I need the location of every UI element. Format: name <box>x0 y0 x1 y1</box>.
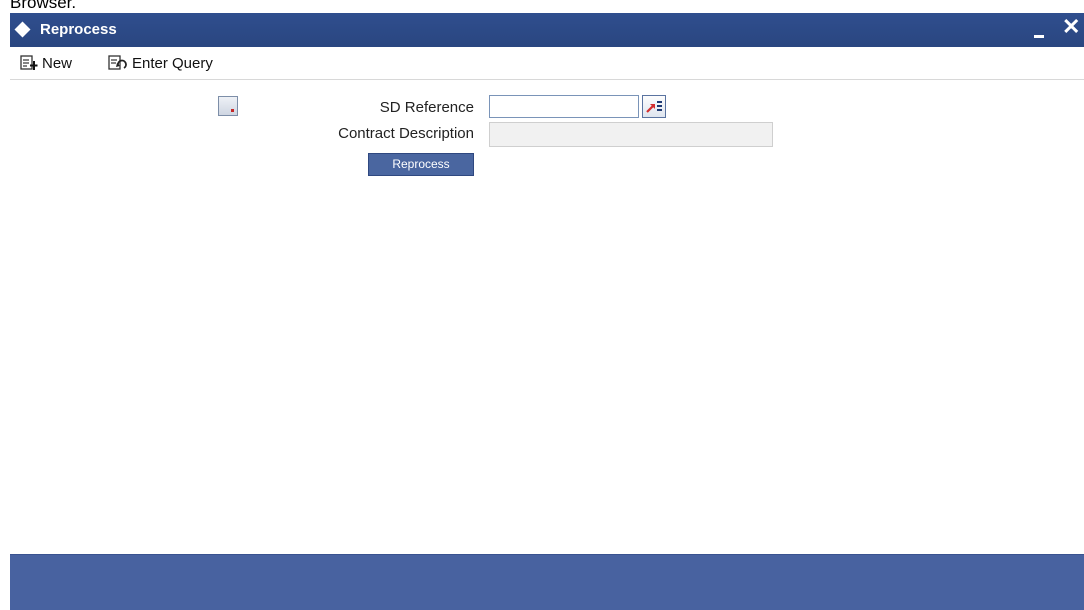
list-of-values-button[interactable] <box>642 95 666 118</box>
reprocess-window: Reprocess ✕ New Enter Query SD Reference… <box>10 13 1084 610</box>
contract-description-label: Contract Description <box>338 125 474 142</box>
diamond-icon <box>14 21 31 38</box>
close-icon[interactable]: ✕ <box>1062 15 1080 39</box>
title-bar: Reprocess ✕ <box>10 13 1084 47</box>
reprocess-button[interactable]: Reprocess <box>368 153 474 176</box>
list-of-values-icon <box>646 101 662 113</box>
contract-description-field[interactable] <box>489 122 773 147</box>
new-label: New <box>42 54 73 72</box>
image-thumb-icon[interactable] <box>218 96 238 116</box>
enter-query-icon <box>108 55 127 70</box>
enter-query-button[interactable]: Enter Query <box>108 52 213 74</box>
minimize-icon[interactable] <box>1034 26 1046 40</box>
toolbar: New Enter Query <box>10 47 1084 80</box>
form-area: SD Reference Contract Description Reproc… <box>10 80 1084 554</box>
new-button[interactable]: New <box>20 52 72 74</box>
enter-query-label: Enter Query <box>132 54 213 72</box>
browser-label: Browser. <box>10 0 77 12</box>
sd-reference-input[interactable] <box>489 95 639 118</box>
new-icon <box>20 55 38 70</box>
window-title: Reprocess <box>40 21 117 38</box>
sd-reference-label: SD Reference <box>379 99 474 116</box>
footer-bar <box>10 554 1084 610</box>
